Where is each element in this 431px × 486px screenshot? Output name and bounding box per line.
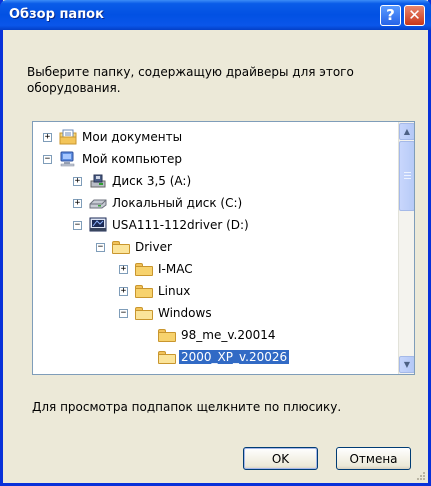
tree-item-windows[interactable]: − Windows <box>119 302 212 324</box>
browse-folders-dialog: Обзор папок ? ✕ Выберите папку, содержащ… <box>0 0 431 486</box>
folder-icon <box>157 327 177 343</box>
folder-open-icon <box>157 349 177 365</box>
no-toggle <box>142 331 151 340</box>
tree-item-floppy-a[interactable]: + Диск 3,5 (A:) <box>73 170 191 192</box>
chevron-down-icon: ▼ <box>403 360 411 369</box>
tree-item-label: Linux <box>158 284 191 298</box>
close-button[interactable]: ✕ <box>404 5 425 26</box>
folder-tree[interactable]: + Мои документы − Мой компьютер + Диск 3… <box>32 121 415 375</box>
tree-item-label: Windows <box>158 306 212 320</box>
no-toggle <box>142 353 151 362</box>
tree-item-label: USA111-112driver (D:) <box>112 218 249 232</box>
resize-grip-icon[interactable] <box>416 471 426 481</box>
folder-open-icon <box>111 239 131 255</box>
expand-toggle[interactable]: + <box>119 264 128 274</box>
expand-toggle[interactable]: + <box>119 286 128 296</box>
vertical-scrollbar[interactable]: ▲ ▼ <box>398 122 414 374</box>
tree-item-label: Мои документы <box>82 130 183 144</box>
tree-item-driver[interactable]: − Driver <box>96 236 172 258</box>
collapse-toggle[interactable]: − <box>43 154 52 164</box>
tree-item-98-me[interactable]: 98_me_v.20014 <box>142 324 276 346</box>
tree-item-linux[interactable]: + Linux <box>119 280 190 302</box>
tree-item-label-selected: 2000_XP_v.20026 <box>179 350 290 364</box>
folder-icon <box>134 261 154 277</box>
tree-item-label: Диск 3,5 (A:) <box>112 174 192 188</box>
expand-toggle[interactable]: + <box>73 176 82 186</box>
tree-item-drive-d[interactable]: − USA111-112driver (D:) <box>73 214 249 236</box>
scroll-thumb[interactable] <box>399 141 414 211</box>
folder-open-icon <box>134 305 154 321</box>
hint-text: Для просмотра подпапок щелкните по плюси… <box>32 400 342 414</box>
tree-item-2000-xp[interactable]: 2000_XP_v.20026 <box>142 346 290 368</box>
tree-item-label: I-MAC <box>158 262 193 276</box>
tree-item-i-mac[interactable]: + I-MAC <box>119 258 193 280</box>
help-button[interactable]: ? <box>380 5 401 26</box>
cancel-button[interactable]: Отмена <box>336 447 411 470</box>
collapse-toggle[interactable]: − <box>119 308 128 318</box>
scroll-down-button[interactable]: ▼ <box>399 356 414 373</box>
tree-item-label: 98_me_v.20014 <box>181 328 276 342</box>
window-title: Обзор папок <box>9 7 104 22</box>
chevron-up-icon: ▲ <box>403 127 411 136</box>
tree-item-label: Мой компьютер <box>82 152 182 166</box>
expand-toggle[interactable]: + <box>43 132 52 142</box>
tree-item-label: Driver <box>135 240 172 254</box>
tree-item-local-disk-c[interactable]: + Локальный диск (C:) <box>73 192 242 214</box>
collapse-toggle[interactable]: − <box>96 242 105 252</box>
my-documents-icon <box>58 129 78 145</box>
folder-icon <box>134 283 154 299</box>
tree-item-label: Локальный диск (C:) <box>112 196 243 210</box>
collapse-toggle[interactable]: − <box>73 220 82 230</box>
floppy-drive-icon <box>88 173 108 189</box>
help-icon: ? <box>386 6 395 24</box>
title-bar[interactable]: Обзор папок ? ✕ <box>0 0 431 30</box>
cd-drive-icon <box>88 217 108 233</box>
tree-item-my-documents[interactable]: + Мои документы <box>43 126 182 148</box>
ok-button[interactable]: OK <box>243 447 318 470</box>
scroll-up-button[interactable]: ▲ <box>399 123 414 140</box>
my-computer-icon <box>58 151 78 167</box>
hard-drive-icon <box>88 195 108 211</box>
expand-toggle[interactable]: + <box>73 198 82 208</box>
instruction-text: Выберите папку, содержащую драйверы для … <box>27 65 354 95</box>
tree-item-my-computer[interactable]: − Мой компьютер <box>43 148 182 170</box>
close-icon: ✕ <box>408 6 421 24</box>
